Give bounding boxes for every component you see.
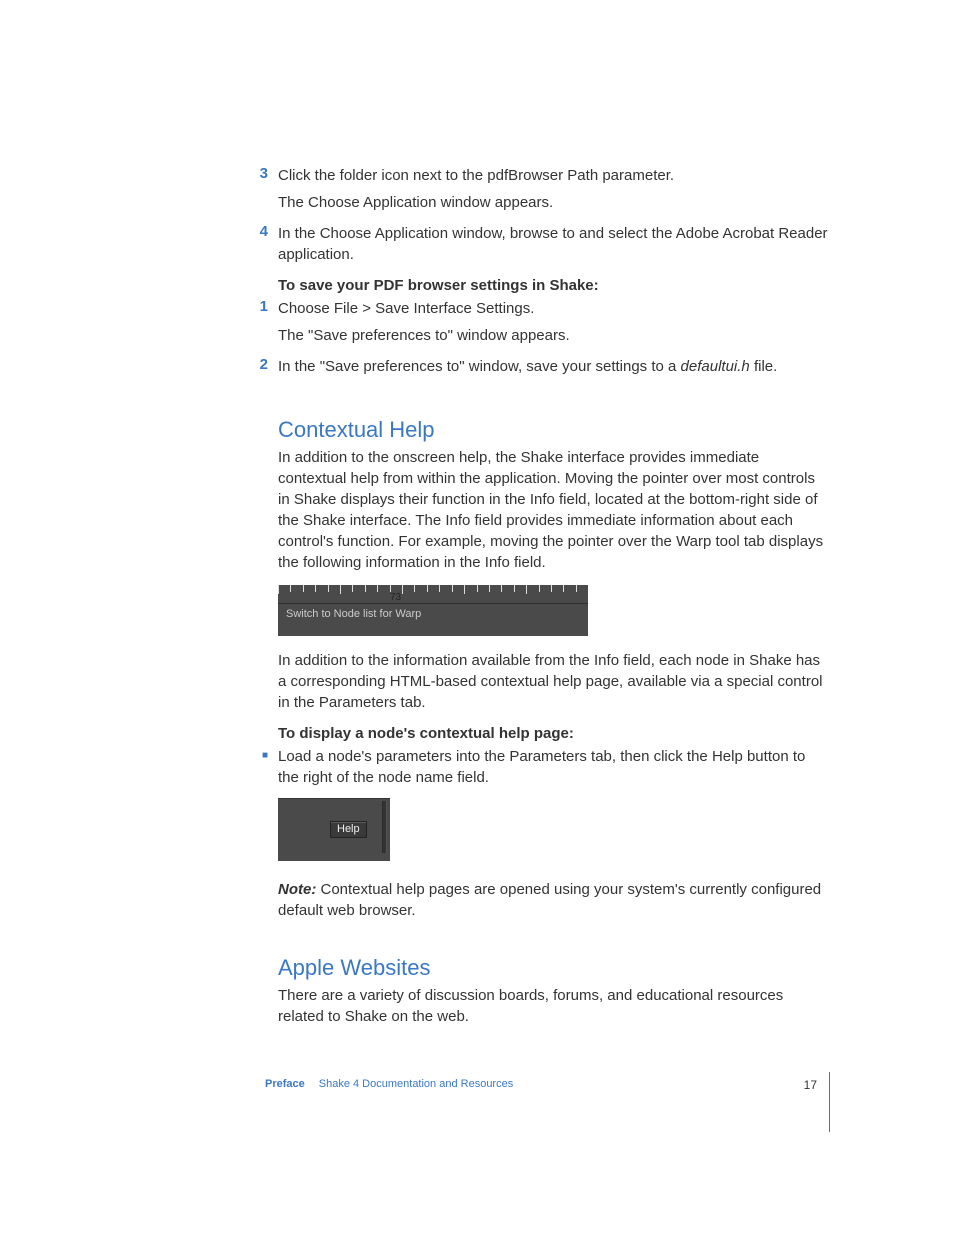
body-text: Click the folder icon next to the pdfBro… — [278, 165, 828, 186]
subheading-save: To save your PDF browser settings in Sha… — [278, 277, 828, 294]
timeline-ruler: 73 — [278, 585, 588, 604]
body-text: The "Save preferences to" window appears… — [278, 325, 828, 346]
step-number: 1 — [250, 298, 278, 352]
heading-contextual-help: Contextual Help — [278, 417, 828, 443]
info-field-text: Switch to Node list for Warp — [278, 604, 588, 636]
body-text: Choose File > Save Interface Settings. — [278, 298, 828, 319]
help-button: Help — [330, 821, 367, 838]
heading-apple-websites: Apple Websites — [278, 955, 828, 981]
step-4: 4 In the Choose Application window, brow… — [250, 223, 828, 271]
step-number: 2 — [250, 356, 278, 383]
footer-left: PrefaceShake 4 Documentation and Resourc… — [265, 1078, 513, 1090]
page-number: 17 — [804, 1078, 817, 1092]
figure-info-field: 73 Switch to Node list for Warp — [278, 585, 588, 636]
body-text: In the Choose Application window, browse… — [278, 223, 828, 265]
text-run: file. — [750, 358, 778, 375]
figure-help-button: Help — [278, 798, 390, 861]
note-paragraph: Note: Contextual help pages are opened u… — [278, 879, 828, 921]
filename-italic: defaultui.h — [681, 358, 750, 375]
body-text: In addition to the onscreen help, the Sh… — [278, 447, 828, 573]
step-save-2: 2 In the "Save preferences to" window, s… — [250, 356, 828, 383]
step-body: In the "Save preferences to" window, sav… — [278, 356, 828, 383]
panel-divider — [382, 801, 387, 853]
step-save-1: 1 Choose File > Save Interface Settings.… — [250, 298, 828, 352]
bullet-item: ■ Load a node's parameters into the Para… — [250, 746, 828, 788]
step-body: In the Choose Application window, browse… — [278, 223, 828, 271]
step-body: Click the folder icon next to the pdfBro… — [278, 165, 828, 219]
body-text: In addition to the information available… — [278, 650, 828, 713]
ruler-ticks — [278, 585, 588, 592]
text-run: In the "Save preferences to" window, sav… — [278, 358, 681, 375]
step-number: 3 — [250, 165, 278, 219]
step-3: 3 Click the folder icon next to the pdfB… — [250, 165, 828, 219]
body-text: Contextual help pages are opened using y… — [278, 881, 821, 919]
page-content: 3 Click the folder icon next to the pdfB… — [250, 165, 828, 1039]
body-text: The Choose Application window appears. — [278, 192, 828, 213]
body-text: Load a node's parameters into the Parame… — [278, 746, 828, 788]
bullet-icon: ■ — [250, 746, 278, 788]
footer-doc-title: Shake 4 Documentation and Resources — [319, 1078, 513, 1090]
body-text: In the "Save preferences to" window, sav… — [278, 356, 828, 377]
subheading-display: To display a node's contextual help page… — [278, 725, 828, 742]
page-footer: PrefaceShake 4 Documentation and Resourc… — [265, 1072, 830, 1132]
body-text: There are a variety of discussion boards… — [278, 985, 828, 1027]
ruler-value: 73 — [390, 592, 401, 603]
note-label: Note: — [278, 881, 316, 898]
step-number: 4 — [250, 223, 278, 271]
step-body: Choose File > Save Interface Settings. T… — [278, 298, 828, 352]
footer-section-label: Preface — [265, 1078, 319, 1090]
